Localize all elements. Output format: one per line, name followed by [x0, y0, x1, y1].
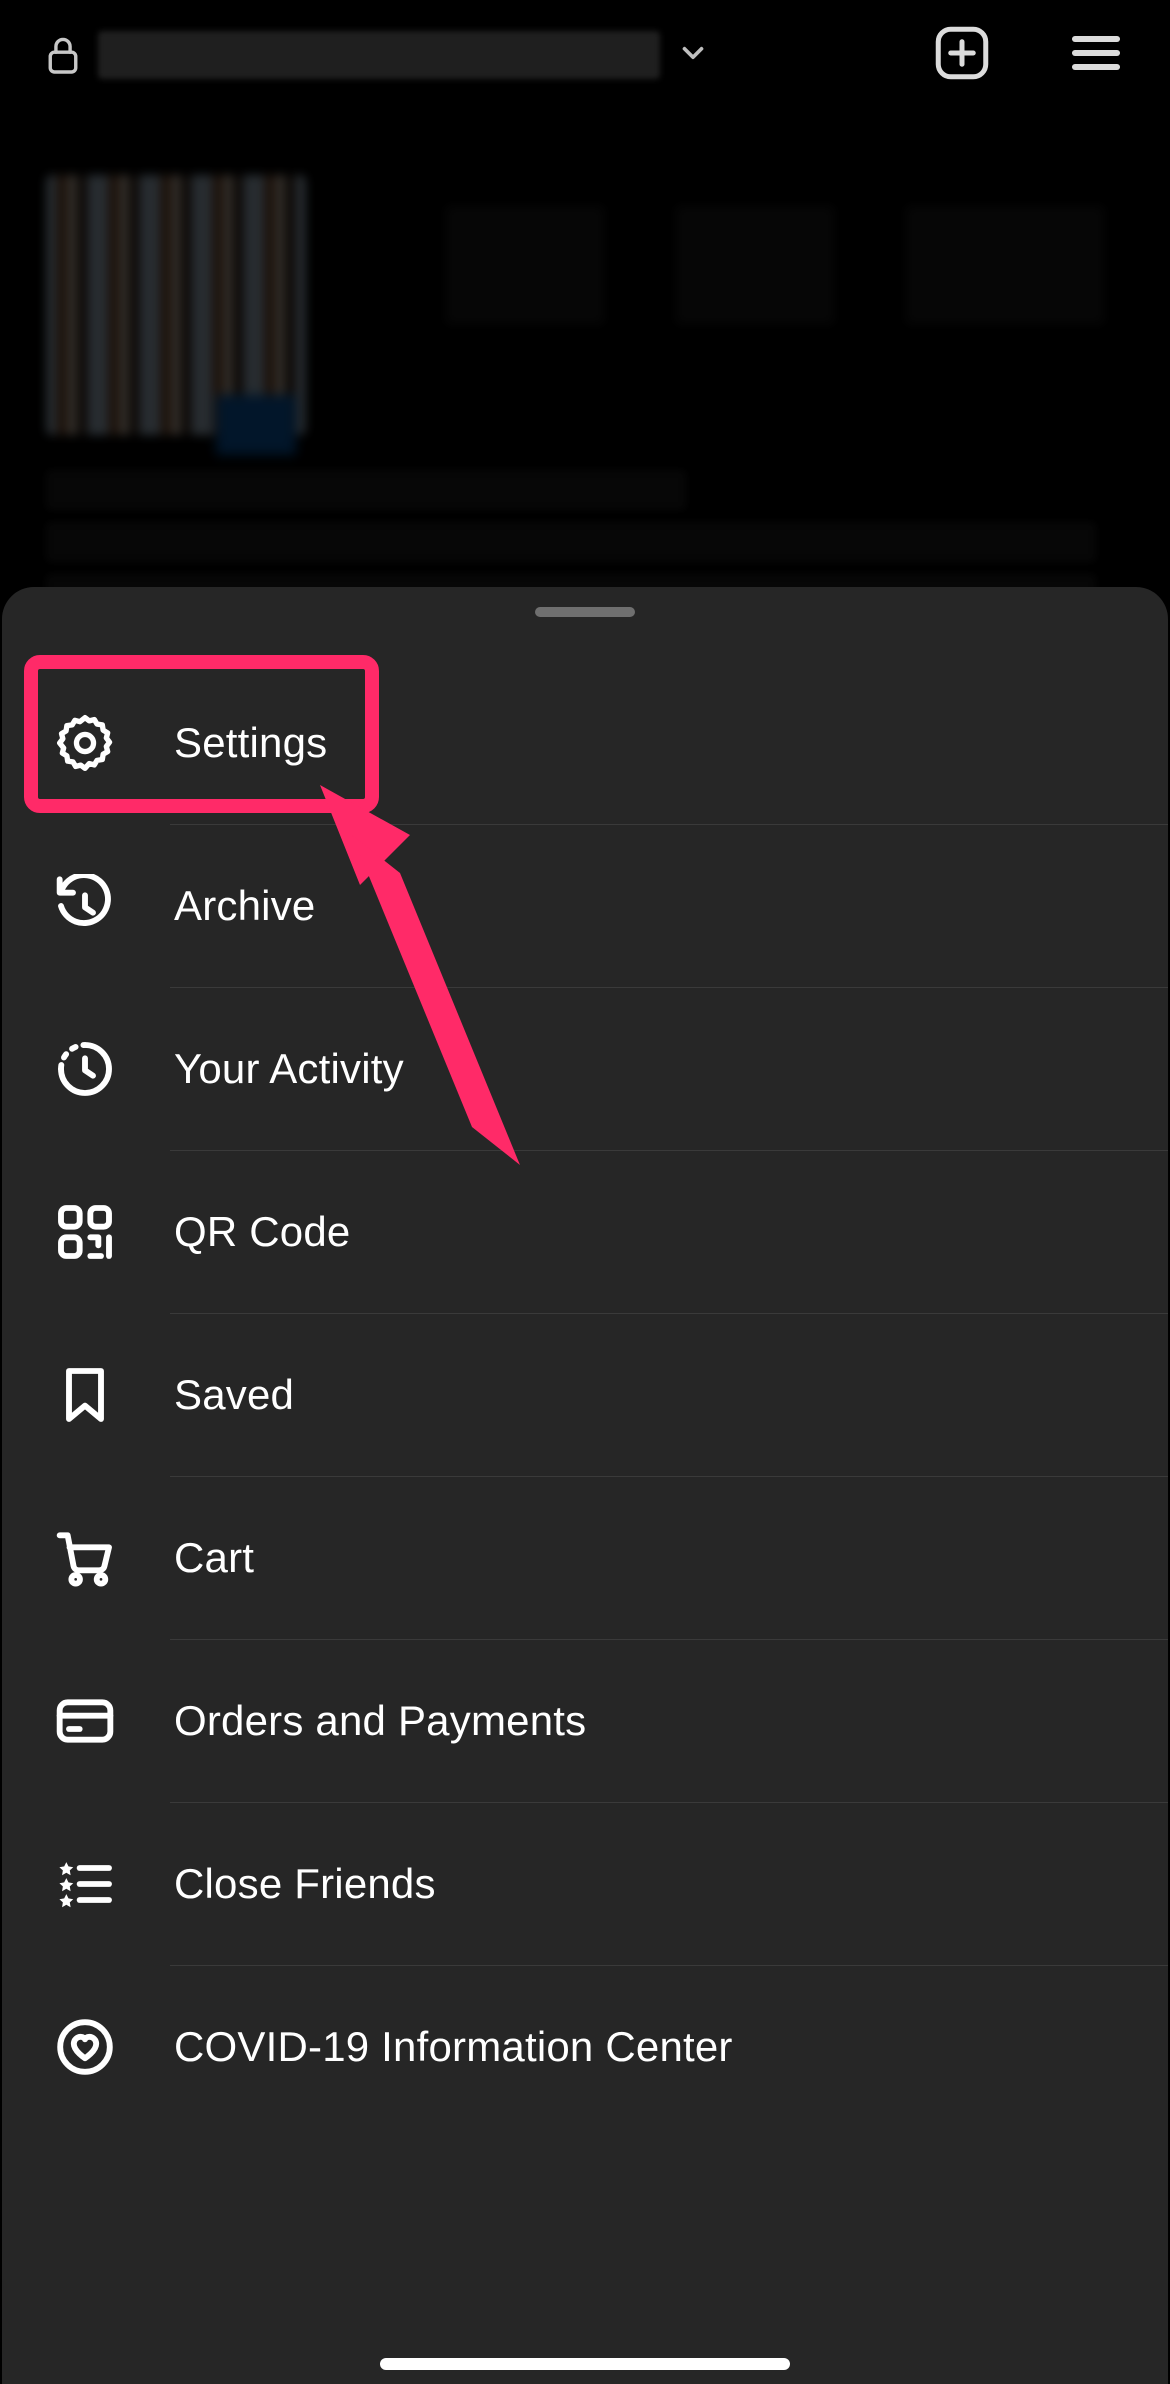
- credit-card-icon: [53, 1689, 117, 1753]
- menu-item-label: Close Friends: [174, 1860, 436, 1908]
- menu-item-archive[interactable]: Archive: [2, 824, 1168, 987]
- stat-followers-redacted: [675, 205, 835, 325]
- sheet-grabber[interactable]: [535, 607, 635, 617]
- menu-button[interactable]: [1068, 25, 1124, 86]
- menu-item-orders[interactable]: Orders and Payments: [2, 1639, 1168, 1802]
- plus-square-icon: [932, 23, 992, 83]
- activity-clock-icon: [53, 1037, 117, 1101]
- stat-posts-redacted: [445, 205, 605, 325]
- avatar-redacted: [46, 175, 306, 435]
- menu-bottom-sheet: Settings Archive: [2, 587, 1168, 2384]
- bio-line-redacted: [46, 470, 686, 510]
- private-account-indicator: [46, 35, 80, 75]
- cart-icon: [53, 1526, 117, 1590]
- bookmark-icon: [53, 1363, 117, 1427]
- menu-item-saved[interactable]: Saved: [2, 1313, 1168, 1476]
- menu-item-label: Archive: [174, 882, 315, 930]
- heart-circle-icon: [53, 2015, 117, 2079]
- bio-line-redacted: [46, 522, 1096, 562]
- lock-icon: [46, 35, 80, 75]
- history-icon: [53, 874, 117, 938]
- account-switcher[interactable]: [676, 36, 710, 75]
- menu-item-qr-code[interactable]: QR Code: [2, 1150, 1168, 1313]
- menu-item-cart[interactable]: Cart: [2, 1476, 1168, 1639]
- menu-item-label: COVID-19 Information Center: [174, 2023, 733, 2071]
- menu-item-label: QR Code: [174, 1208, 350, 1256]
- stat-following-redacted: [905, 205, 1105, 325]
- create-button[interactable]: [932, 23, 992, 88]
- username-redacted[interactable]: [98, 31, 660, 79]
- menu-item-settings[interactable]: Settings: [2, 661, 1168, 824]
- profile-header-dimmed: [0, 130, 1170, 590]
- menu-item-label: Cart: [174, 1534, 254, 1582]
- star-list-icon: [53, 1852, 117, 1916]
- qr-code-icon: [53, 1200, 117, 1264]
- menu-item-label: Orders and Payments: [174, 1697, 586, 1745]
- home-indicator: [380, 2358, 790, 2370]
- menu-item-label: Saved: [174, 1371, 294, 1419]
- menu-list: Settings Archive: [2, 661, 1168, 2128]
- chevron-down-icon: [676, 36, 710, 70]
- menu-item-close-friends[interactable]: Close Friends: [2, 1802, 1168, 1965]
- menu-item-label: Settings: [174, 719, 327, 767]
- menu-item-covid[interactable]: COVID-19 Information Center: [2, 1965, 1168, 2128]
- gear-icon: [53, 711, 117, 775]
- menu-item-your-activity[interactable]: Your Activity: [2, 987, 1168, 1150]
- menu-item-label: Your Activity: [174, 1045, 404, 1093]
- profile-top-nav: [0, 0, 1170, 110]
- hamburger-icon: [1068, 25, 1124, 81]
